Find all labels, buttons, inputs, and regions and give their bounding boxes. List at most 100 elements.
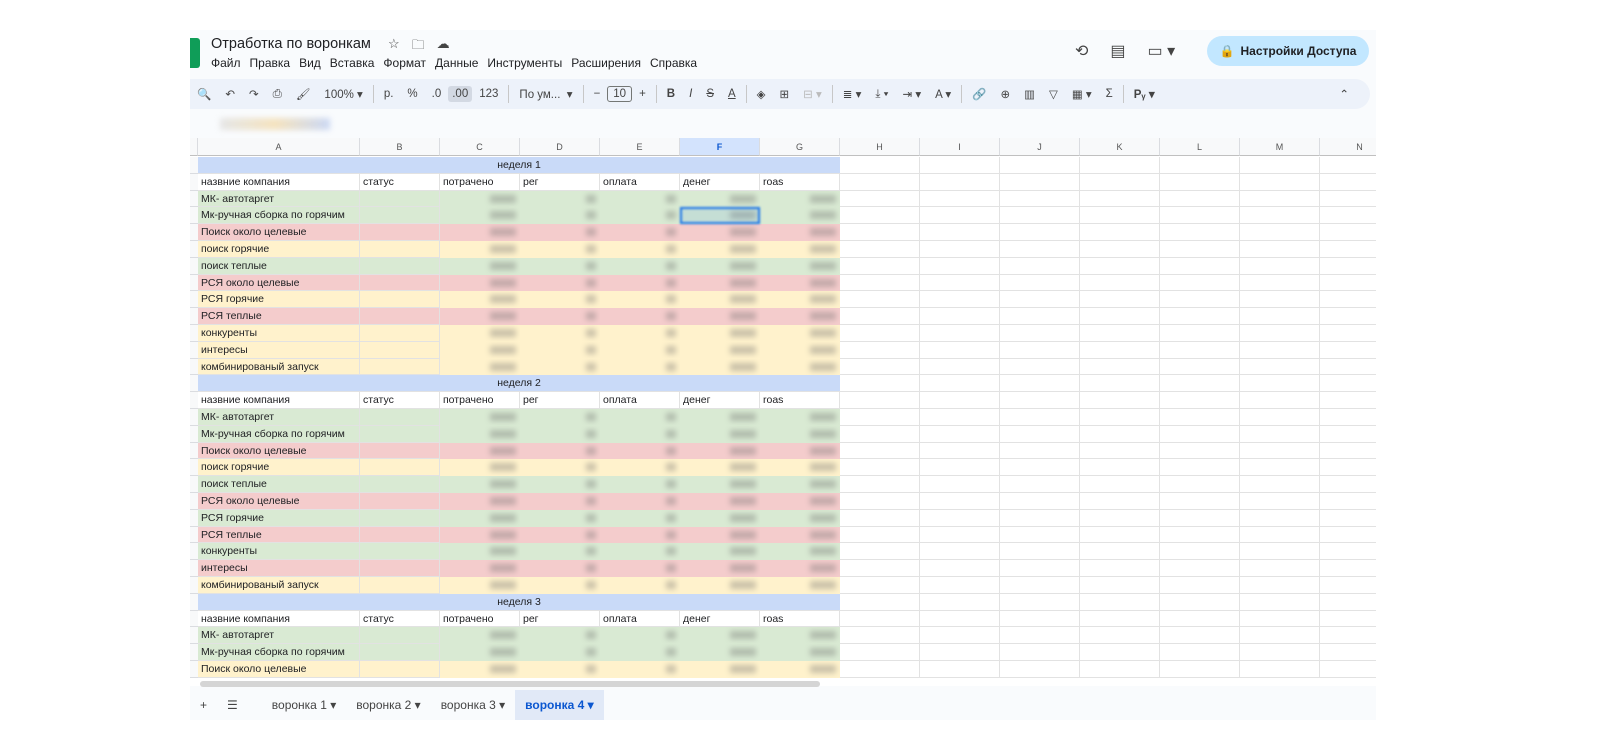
campaign-name-cell[interactable]: МК- автотаргет: [198, 190, 360, 208]
empty-cell[interactable]: [920, 661, 1000, 678]
empty-cell[interactable]: [1000, 409, 1080, 426]
font-size-input[interactable]: 10: [607, 86, 633, 102]
blurred-value-cell[interactable]: [680, 442, 760, 460]
sheet-tab-4[interactable]: воронка 4 ▾: [515, 690, 604, 720]
empty-cell[interactable]: [840, 442, 920, 460]
merge-cells-icon[interactable]: ⊟ ▾: [796, 87, 829, 101]
blurred-value-cell[interactable]: [520, 409, 600, 426]
empty-cell[interactable]: [1160, 207, 1240, 225]
empty-cell[interactable]: [840, 173, 920, 191]
empty-cell[interactable]: [920, 560, 1000, 577]
blurred-value-cell[interactable]: [600, 241, 680, 258]
blurred-value-cell[interactable]: [600, 627, 680, 645]
empty-cell[interactable]: [1320, 308, 1376, 325]
campaign-name-cell[interactable]: МК- автотаргет: [198, 409, 360, 426]
row-header[interactable]: [190, 610, 198, 628]
blurred-value-cell[interactable]: [440, 577, 520, 594]
empty-cell[interactable]: [840, 543, 920, 561]
empty-cell[interactable]: [920, 257, 1000, 275]
column-header-i[interactable]: I: [920, 138, 1000, 156]
filter-icon[interactable]: ▽: [1042, 87, 1065, 101]
empty-cell[interactable]: [1000, 308, 1080, 325]
empty-cell[interactable]: [1080, 325, 1160, 342]
row-header[interactable]: [190, 560, 198, 577]
column-label-cell[interactable]: назвние компания: [198, 173, 360, 191]
empty-cell[interactable]: [1080, 509, 1160, 527]
column-header-d[interactable]: D: [520, 138, 600, 156]
empty-cell[interactable]: [920, 291, 1000, 309]
move-folder-icon[interactable]: 🗀: [412, 36, 425, 58]
empty-cell[interactable]: [1160, 493, 1240, 510]
empty-cell[interactable]: [1080, 661, 1160, 678]
empty-cell[interactable]: [1000, 627, 1080, 645]
campaign-name-cell[interactable]: РСЯ теплые: [198, 526, 360, 544]
empty-cell[interactable]: [920, 241, 1000, 258]
menu-data[interactable]: Данные: [435, 56, 478, 70]
column-label-cell[interactable]: назвние компания: [198, 392, 360, 409]
blurred-value-cell[interactable]: [520, 358, 600, 376]
empty-cell[interactable]: [840, 644, 920, 661]
blurred-value-cell[interactable]: [600, 358, 680, 376]
empty-cell[interactable]: [1080, 375, 1160, 393]
empty-cell[interactable]: [1320, 510, 1376, 527]
blurred-value-cell[interactable]: [760, 493, 840, 510]
column-label-cell[interactable]: потрачено: [440, 392, 520, 409]
status-cell[interactable]: [360, 325, 440, 342]
campaign-name-cell[interactable]: Мк-ручная сборка по горячим: [198, 644, 360, 661]
empty-cell[interactable]: [1160, 274, 1240, 292]
empty-cell[interactable]: [1080, 257, 1160, 275]
empty-cell[interactable]: [1240, 459, 1320, 477]
empty-cell[interactable]: [1240, 157, 1320, 174]
empty-cell[interactable]: [920, 627, 1000, 645]
empty-cell[interactable]: [840, 425, 920, 443]
empty-cell[interactable]: [1240, 190, 1320, 208]
empty-cell[interactable]: [1000, 157, 1080, 174]
empty-cell[interactable]: [920, 459, 1000, 477]
status-cell[interactable]: [360, 459, 440, 477]
blurred-value-cell[interactable]: [600, 644, 680, 661]
empty-cell[interactable]: [1320, 291, 1376, 309]
vertical-align-icon[interactable]: ⤓ ▾: [868, 88, 895, 101]
empty-cell[interactable]: [1080, 190, 1160, 208]
status-cell[interactable]: [360, 509, 440, 527]
campaign-name-cell[interactable]: интересы: [198, 560, 360, 577]
column-label-cell[interactable]: roas: [760, 173, 840, 191]
star-icon[interactable]: ☆: [388, 36, 400, 58]
empty-cell[interactable]: [920, 173, 1000, 191]
empty-cell[interactable]: [920, 644, 1000, 661]
blurred-value-cell[interactable]: [440, 274, 520, 292]
font-size-decrease-button[interactable]: −: [587, 88, 608, 100]
column-label-cell[interactable]: потрачено: [440, 173, 520, 191]
empty-cell[interactable]: [1240, 257, 1320, 275]
font-select[interactable]: По ум... ▾: [512, 87, 579, 101]
blurred-value-cell[interactable]: [600, 257, 680, 275]
campaign-name-cell[interactable]: интересы: [198, 341, 360, 359]
blurred-value-cell[interactable]: [600, 308, 680, 325]
row-header[interactable]: [190, 593, 198, 611]
blurred-value-cell[interactable]: [440, 409, 520, 426]
blurred-value-cell[interactable]: [600, 291, 680, 309]
blurred-value-cell[interactable]: [680, 224, 760, 241]
row-header[interactable]: [190, 308, 198, 325]
empty-cell[interactable]: [1320, 493, 1376, 510]
week-header[interactable]: неделя 2: [198, 375, 840, 393]
print-icon[interactable]: ⎙: [266, 88, 289, 101]
row-header[interactable]: [190, 224, 198, 241]
row-header[interactable]: [190, 644, 198, 661]
row-header[interactable]: [190, 173, 198, 191]
empty-cell[interactable]: [840, 257, 920, 275]
column-label-cell[interactable]: рег: [520, 392, 600, 409]
campaign-name-cell[interactable]: Мк-ручная сборка по горячим: [198, 425, 360, 443]
campaign-name-cell[interactable]: конкуренты: [198, 543, 360, 561]
empty-cell[interactable]: [1240, 610, 1320, 628]
row-header[interactable]: [190, 661, 198, 678]
column-label-cell[interactable]: статус: [360, 173, 440, 191]
status-cell[interactable]: [360, 627, 440, 645]
blurred-value-cell[interactable]: [600, 526, 680, 544]
status-cell[interactable]: [360, 341, 440, 359]
empty-cell[interactable]: [840, 308, 920, 325]
blurred-value-cell[interactable]: [520, 459, 600, 477]
campaign-name-cell[interactable]: поиск теплые: [198, 257, 360, 275]
blurred-value-cell[interactable]: [440, 644, 520, 661]
font-size-increase-button[interactable]: +: [632, 88, 653, 100]
